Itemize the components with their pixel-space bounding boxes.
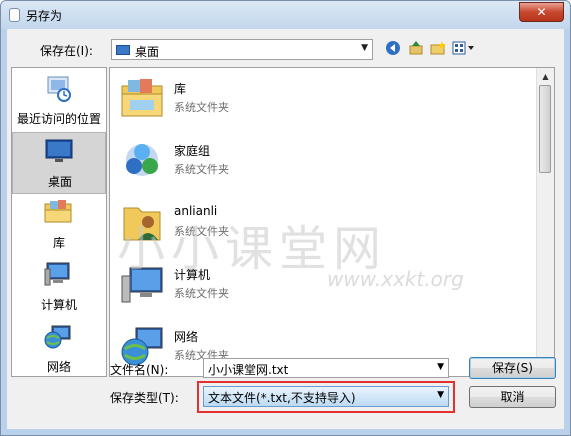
title-bar[interactable]: 另存为 ✕ [1,1,570,29]
file-name: anlianli [174,204,218,218]
dialog-icon [9,8,20,22]
place-label: 计算机 [40,298,77,312]
save-button[interactable]: 保存(S) [469,357,556,379]
list-item[interactable]: anlianli 系统文件夹 [116,196,516,248]
file-name: 库 [174,82,187,96]
network-icon [44,322,72,350]
filename-label: 文件名(N): [110,363,169,377]
place-recent[interactable]: 最近访问的位置 [12,70,106,132]
dialog-title: 另存为 [26,9,63,23]
new-folder-icon[interactable] [429,40,447,58]
place-label: 库 [52,236,65,250]
list-item[interactable]: 家庭组 系统文件夹 [116,134,516,186]
save-in-label: 保存在(I): [40,44,93,58]
place-desktop[interactable]: 桌面 [12,132,106,194]
file-list: 库 系统文件夹 家庭组 系统文件夹 anlianli 系统文件夹 计算机 系统文… [109,67,555,377]
place-network[interactable]: 网络 [12,318,106,380]
filename-input[interactable]: 小小课堂网.txt ▼ [203,358,449,378]
filetype-dropdown[interactable]: 文本文件(*.txt,不支持导入) ▼ [203,386,449,407]
save-in-value: 桌面 [135,45,160,59]
chevron-down-icon[interactable]: ▼ [437,390,444,400]
list-item[interactable]: 库 系统文件夹 [116,72,516,124]
view-menu-icon[interactable] [451,40,479,58]
dialog-body: 保存在(I): 桌面 ▼ 最近访问的位置 桌面 库 计算机 网络 库 系统文件夹… [7,29,564,429]
places-bar: 最近访问的位置 桌面 库 计算机 网络 [11,67,107,377]
file-name: 计算机 [174,268,211,282]
save-as-dialog: 另存为 ✕ 保存在(I): 桌面 ▼ 最近访问的位置 桌面 库 计算机 网络 库… [0,0,571,436]
computer-icon [120,262,164,306]
libraries-icon [120,76,164,120]
user-folder-icon [120,200,164,244]
filetype-label: 保存类型(T): [110,391,179,405]
file-type: 系统文件夹 [174,101,229,114]
filetype-value: 文本文件(*.txt,不支持导入) [208,391,356,405]
file-name: 网络 [174,330,199,344]
scroll-thumb[interactable] [539,85,551,173]
vertical-scrollbar[interactable]: ▲ ▼ [536,68,554,376]
filename-value: 小小课堂网.txt [208,363,289,377]
place-label: 桌面 [47,175,72,189]
list-item[interactable]: 计算机 系统文件夹 [116,258,516,310]
recent-places-icon [44,74,72,102]
chevron-down-icon[interactable]: ▼ [437,362,444,372]
back-icon[interactable] [384,40,402,58]
computer-icon [44,260,72,288]
place-label: 网络 [46,360,71,374]
scroll-up-icon[interactable]: ▲ [537,68,554,85]
save-in-dropdown[interactable]: 桌面 ▼ [111,39,373,60]
file-type: 系统文件夹 [174,225,229,238]
place-libraries[interactable]: 库 [12,194,106,256]
place-label: 最近访问的位置 [16,112,101,126]
up-folder-icon[interactable] [407,40,425,58]
desktop-icon [116,45,130,55]
cancel-button[interactable]: 取消 [469,386,556,408]
file-name: 家庭组 [174,144,211,158]
libraries-icon [44,198,72,226]
chevron-down-icon[interactable]: ▼ [361,43,368,53]
file-type: 系统文件夹 [174,163,229,176]
place-computer[interactable]: 计算机 [12,256,106,318]
close-button[interactable]: ✕ [519,2,564,22]
file-type: 系统文件夹 [174,287,229,300]
desktop-icon [45,137,73,165]
homegroup-icon [120,138,164,182]
